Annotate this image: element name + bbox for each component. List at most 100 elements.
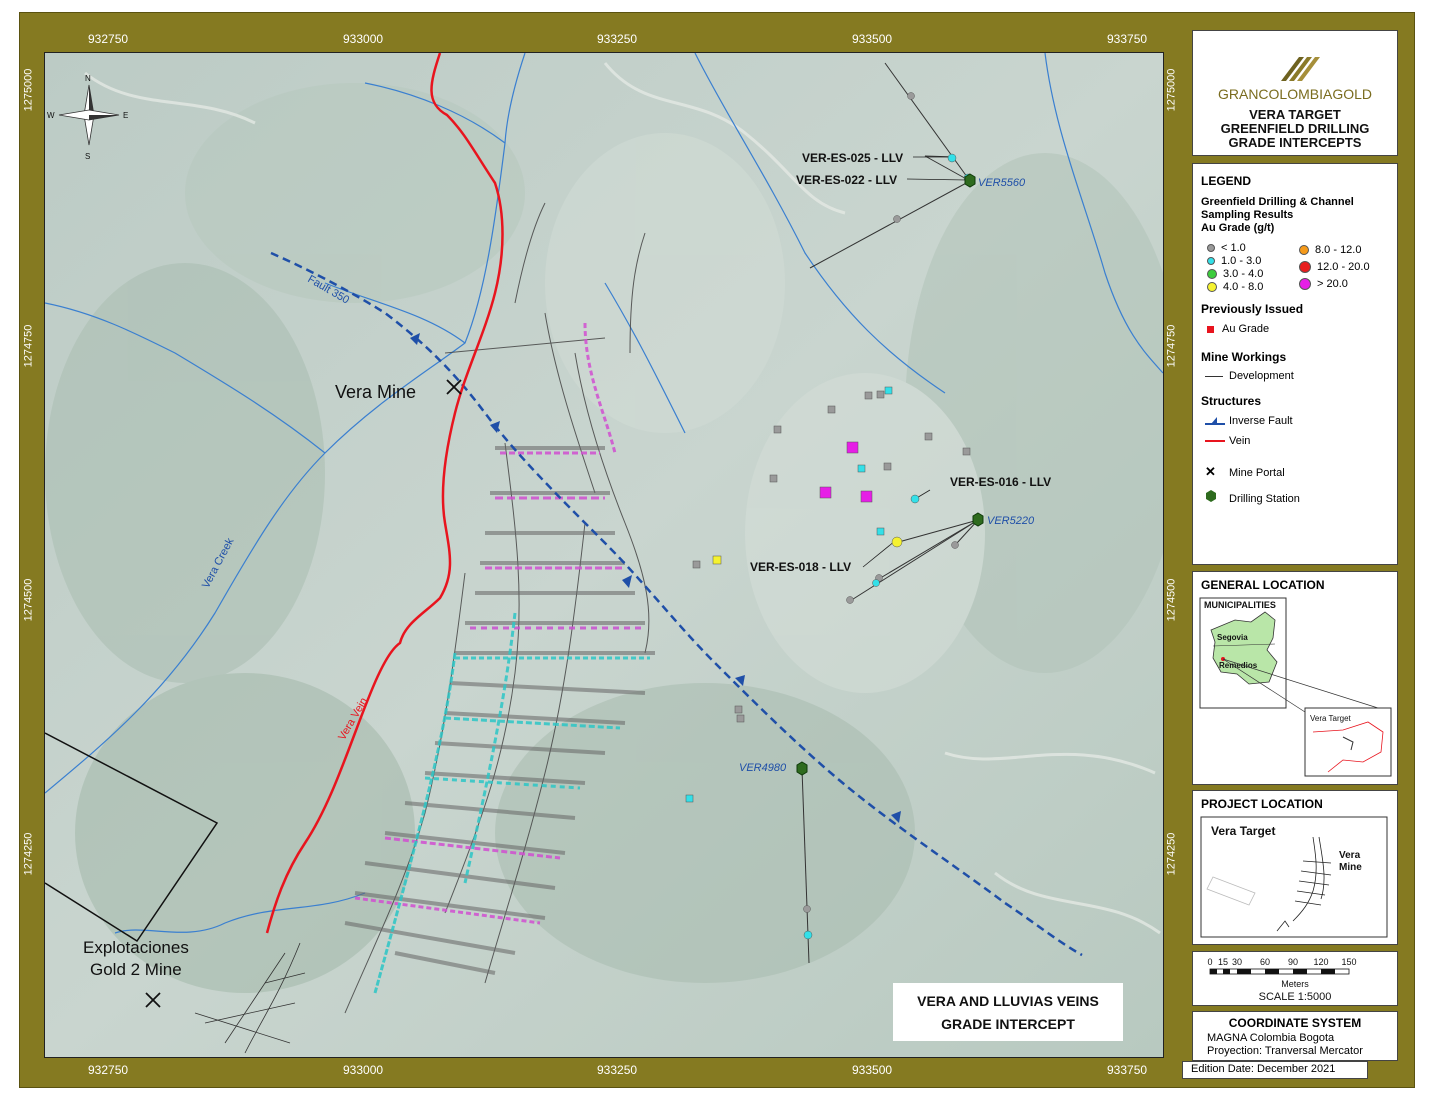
bottom-tick: 933000	[343, 1063, 384, 1077]
scale-panel: 0 15 30 60 90 120 150 Meters SCALE 1:500…	[1192, 951, 1398, 1006]
company-logo-text: GRANCOLOMBIAGOLD	[1218, 86, 1372, 102]
intercept-box	[893, 983, 1123, 1041]
ver-es-018-label: VER-ES-018 - LLV	[750, 560, 851, 574]
general-location-panel: GENERAL LOCATION MUNICIPALITIES Segovia …	[1192, 571, 1398, 785]
project-mine-label: Mine	[1339, 862, 1362, 873]
top-tick: 933500	[852, 32, 893, 46]
project-vera-target-label: Vera Target	[1211, 824, 1275, 838]
grade-dot-icon	[1207, 269, 1217, 280]
scale-tick: 120	[1313, 957, 1328, 967]
vera-mine-label: Vera Mine	[335, 382, 416, 402]
title-line2: GREENFIELD DRILLING	[1221, 121, 1370, 136]
legend-au-grade: Au Grade	[1207, 323, 1269, 335]
compass-w: W	[47, 111, 55, 120]
ver-es-016-label: VER-ES-016 - LLV	[950, 475, 1051, 489]
title-panel: GRANCOLOMBIAGOLD VERA TARGET GREENFIELD …	[1192, 30, 1398, 156]
left-tick: 1274250	[22, 832, 35, 876]
ver-es-022-label: VER-ES-022 - LLV	[796, 173, 897, 187]
legend-grade-0: < 1.0	[1207, 242, 1246, 254]
intercept-line1: VERA AND LLUVIAS VEINS	[917, 993, 1099, 1009]
coordinate-system-title: COORDINATE SYSTEM	[1228, 1016, 1362, 1030]
ver5220-label: VER5220	[987, 515, 1035, 527]
vera-target-inset-label: Vera Target	[1310, 714, 1352, 723]
municipalities-label: MUNICIPALITIES	[1204, 600, 1276, 610]
legend-grade-6: > 20.0	[1299, 278, 1348, 291]
scale-label: SCALE 1:5000	[1259, 991, 1332, 1003]
top-tick: 933000	[343, 32, 384, 46]
legend-grade-5: 12.0 - 20.0	[1299, 261, 1370, 274]
bottom-tick: 932750	[88, 1063, 129, 1077]
legend-grade-1: 1.0 - 3.0	[1207, 255, 1261, 267]
top-tick: 933250	[597, 32, 638, 46]
legend-section1-l1: Greenfield Drilling & Channel	[1201, 196, 1354, 208]
grade-dot-icon	[1299, 245, 1309, 256]
legend-panel: LEGEND Greenfield Drilling & Channel Sam…	[1192, 163, 1398, 565]
title-svg: GRANCOLOMBIAGOLD VERA TARGET GREENFIELD …	[1218, 57, 1372, 150]
edition-panel: Edition Date: December 2021	[1182, 1061, 1368, 1079]
project-vera-label: Vera	[1339, 850, 1361, 861]
right-tick: 1274250	[1165, 832, 1178, 876]
left-tick: 1275000	[22, 68, 35, 112]
right-tick: 1275000	[1165, 68, 1178, 112]
drilling-station-icon	[1205, 490, 1225, 505]
inverse-fault-icon	[1205, 416, 1225, 426]
grade-dot-icon	[1207, 244, 1215, 253]
right-tick: 1274750	[1165, 324, 1178, 368]
compass-s: S	[85, 152, 90, 161]
compass-e: E	[123, 111, 128, 120]
title-line3: GRADE INTERCEPTS	[1229, 135, 1362, 150]
scale-unit: Meters	[1281, 979, 1309, 989]
segovia-label: Segovia	[1217, 633, 1248, 642]
bottom-tick: 933500	[852, 1063, 893, 1077]
gold2-label: Gold 2 Mine	[90, 960, 182, 979]
legend-grade-3: 4.0 - 8.0	[1207, 281, 1263, 293]
legend-inverse-fault: Inverse Fault	[1205, 415, 1293, 427]
left-tick: 1274750	[22, 324, 35, 368]
legend-grade-2: 3.0 - 4.0	[1207, 268, 1263, 280]
left-tick: 1274500	[22, 578, 35, 622]
mine-portal-icon: ✕	[1205, 464, 1216, 479]
legend-mine-portal: ✕ Mine Portal	[1205, 464, 1285, 479]
scale-tick: 15	[1218, 957, 1228, 967]
intercept-line2: GRADE INTERCEPT	[941, 1016, 1075, 1032]
title-line1: VERA TARGET	[1249, 107, 1341, 122]
general-location-svg: MUNICIPALITIES Segovia Remedios Vera Tar…	[1199, 597, 1392, 777]
company-logo-icon	[1281, 57, 1320, 81]
map-svg: N S E W Vera Mine Explotaciones Gold 2 M…	[45, 53, 1163, 1057]
right-tick: 1274500	[1165, 578, 1178, 622]
ver-es-025-label: VER-ES-025 - LLV	[802, 151, 903, 165]
grade-dot-icon	[1299, 278, 1311, 291]
grade-dot-icon	[1207, 257, 1215, 266]
legend-title: LEGEND	[1201, 174, 1252, 188]
grade-dot-icon	[1299, 261, 1311, 274]
coordinate-system-line2: Proyection: Tranversal Mercator	[1207, 1045, 1363, 1057]
project-location-panel: PROJECT LOCATION Vera Target Vera Mine	[1192, 790, 1398, 945]
edition-date: Edition Date: December 2021	[1191, 1063, 1336, 1075]
coordinate-system-line1: MAGNA Colombia Bogota	[1207, 1032, 1335, 1044]
explotaciones-label: Explotaciones	[83, 938, 189, 957]
legend-vein: Vein	[1205, 435, 1250, 447]
vein-line-icon	[1205, 440, 1225, 443]
bottom-tick: 933250	[597, 1063, 638, 1077]
scale-tick: 30	[1232, 957, 1242, 967]
map-canvas[interactable]: N S E W Vera Mine Explotaciones Gold 2 M…	[44, 52, 1164, 1058]
legend-section1-l3: Au Grade (g/t)	[1201, 222, 1275, 234]
project-location-svg: Vera Target Vera Mine	[1200, 816, 1388, 938]
coordinate-system-panel: COORDINATE SYSTEM MAGNA Colombia Bogota …	[1192, 1011, 1398, 1061]
legend-prev-issued: Previously Issued	[1201, 302, 1304, 316]
legend-drilling-station: Drilling Station	[1205, 490, 1300, 505]
top-tick: 932750	[88, 32, 129, 46]
scale-tick: 0	[1207, 957, 1212, 967]
compass-n: N	[85, 74, 91, 83]
scale-tick: 60	[1260, 957, 1270, 967]
legend-structures: Structures	[1201, 394, 1262, 408]
scale-tick: 90	[1288, 957, 1298, 967]
legend-development: Development	[1205, 370, 1294, 382]
scale-svg: 0 15 30 60 90 120 150 Meters SCALE 1:500…	[1207, 957, 1356, 1003]
legend-grade-4: 8.0 - 12.0	[1299, 244, 1361, 256]
ver4980-label: VER4980	[739, 762, 787, 774]
grade-dot-icon	[1207, 282, 1217, 293]
legend-mine-workings: Mine Workings	[1201, 350, 1287, 364]
au-grade-square-icon	[1207, 325, 1214, 333]
scale-tick: 150	[1341, 957, 1356, 967]
